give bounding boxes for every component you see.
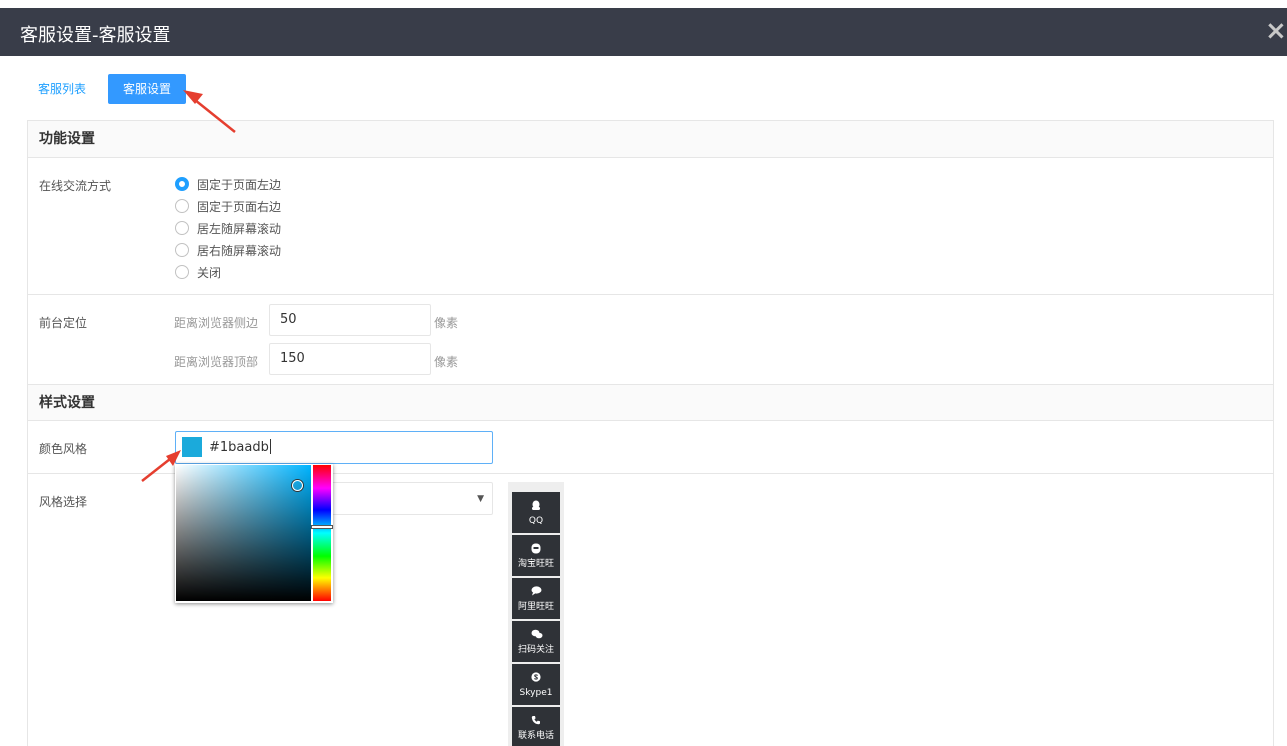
float-item-skype[interactable]: Skype1 [512,664,560,705]
service-float-bar-preview: QQ 淘宝旺旺 阿里旺旺 扫码关注 Skype1 联系电话 [508,482,564,746]
radio-label: 固定于页面右边 [197,200,282,214]
color-picker-popup [175,464,333,603]
radio-dot [175,177,189,191]
phone-icon [531,716,540,725]
window-title: 客服设置-客服设置 [20,25,171,46]
wechat-icon [531,629,543,639]
top-distance-label: 距离浏览器顶部 [174,355,259,369]
radio-label: 固定于页面左边 [197,178,282,192]
settings-panel: 功能设置 在线交流方式 固定于页面左边 固定于页面右边 居左随屏幕滚动 居右随屏… [27,120,1274,746]
float-item-label: 扫码关注 [517,645,554,655]
section-title-feature: 功能设置 [28,121,1273,158]
radio-label: 居右随屏幕滚动 [197,244,282,258]
float-item-aliwangwang[interactable]: 阿里旺旺 [512,578,560,619]
radio-dot [175,243,189,257]
color-cursor[interactable] [292,480,303,491]
color-hex-value: #1baadb [209,440,269,455]
chevron-down-icon: ▼ [477,494,484,504]
aliwangwang-icon [531,586,542,596]
taobao-wangwang-icon [531,543,541,554]
value-gradient [176,465,311,601]
color-input[interactable]: #1baadb [175,431,493,464]
side-distance-input[interactable]: 50 [269,304,431,336]
float-item-qq[interactable]: QQ [512,492,560,533]
top-distance-unit: 像素 [434,355,459,369]
chat-mode-label: 在线交流方式 [39,179,112,193]
side-distance-label: 距离浏览器侧边 [174,316,259,330]
float-item-wechat[interactable]: 扫码关注 [512,621,560,662]
float-item-label: Skype1 [519,688,553,698]
radio-label: 关闭 [197,266,222,280]
radio-dot [175,199,189,213]
float-item-label: QQ [528,516,544,526]
float-item-phone[interactable]: 联系电话 [512,707,560,746]
close-icon[interactable]: × [1265,18,1287,44]
hue-slider[interactable] [313,465,331,601]
window-title-bar: 客服设置-客服设置 × [0,8,1287,56]
radio-dot [175,265,189,279]
section-title-style: 样式设置 [28,384,1273,421]
float-item-label: 联系电话 [517,731,554,741]
tab-service-list[interactable]: 客服列表 [30,74,98,104]
color-swatch[interactable] [182,437,202,457]
qq-icon [532,500,540,510]
skype-icon [531,672,541,682]
radio-dot [175,221,189,235]
float-item-label: 阿里旺旺 [517,602,554,612]
saturation-value-area[interactable] [176,465,311,601]
side-distance-unit: 像素 [434,316,459,330]
style-choice-label: 风格选择 [39,495,88,509]
hue-slider-handle[interactable] [311,525,333,529]
position-label: 前台定位 [39,316,88,330]
color-style-label: 颜色风格 [39,442,88,456]
tab-service-settings[interactable]: 客服设置 [108,74,186,104]
top-distance-input[interactable]: 150 [269,343,431,375]
float-item-taobao[interactable]: 淘宝旺旺 [512,535,560,576]
row-divider [28,294,1273,295]
radio-label: 居左随屏幕滚动 [197,222,282,236]
float-item-label: 淘宝旺旺 [517,559,554,569]
